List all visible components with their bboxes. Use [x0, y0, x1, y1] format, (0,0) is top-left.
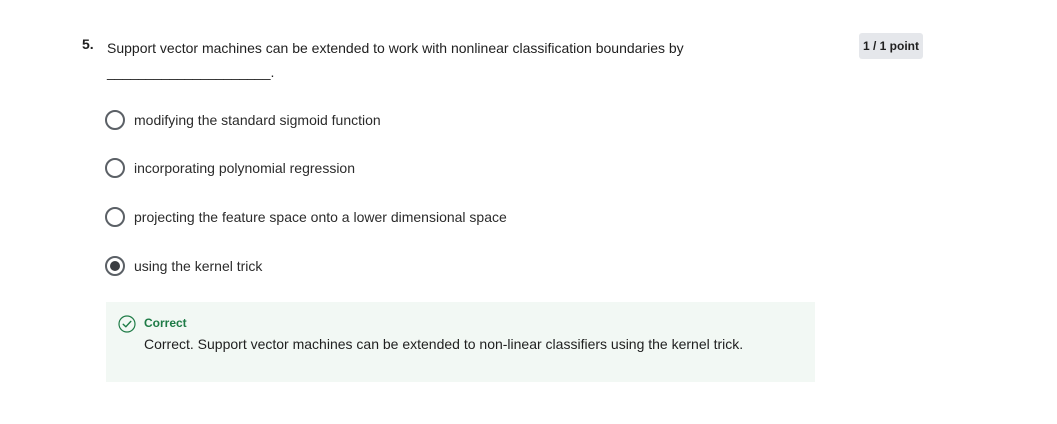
option-4[interactable]: using the kernel trick: [105, 255, 262, 277]
score-badge: 1 / 1 point: [859, 33, 923, 59]
question-text: Support vector machines can be extended …: [107, 40, 684, 80]
radio-button[interactable]: [105, 110, 125, 130]
option-label: using the kernel trick: [134, 258, 263, 274]
feedback-text: Correct. Support vector machines can be …: [144, 336, 744, 352]
radio-button-selected[interactable]: [105, 256, 125, 276]
feedback-title: Correct: [144, 316, 187, 330]
option-label: modifying the standard sigmoid function: [134, 112, 381, 128]
feedback-panel: Correct Correct. Support vector machines…: [106, 302, 815, 382]
radio-button[interactable]: [105, 207, 125, 227]
radio-selected-dot: [110, 261, 120, 271]
radio-button[interactable]: [105, 158, 125, 178]
question-number: 5.: [82, 36, 94, 52]
option-label: projecting the feature space onto a lowe…: [134, 209, 507, 225]
check-circle-icon: [118, 315, 136, 333]
option-label: incorporating polynomial regression: [134, 160, 356, 176]
option-3[interactable]: projecting the feature space onto a lowe…: [105, 206, 507, 228]
option-1[interactable]: modifying the standard sigmoid function: [105, 109, 381, 131]
quiz-question: 5. Support vector machines can be extend…: [0, 0, 1057, 424]
option-2[interactable]: incorporating polynomial regression: [105, 157, 355, 179]
